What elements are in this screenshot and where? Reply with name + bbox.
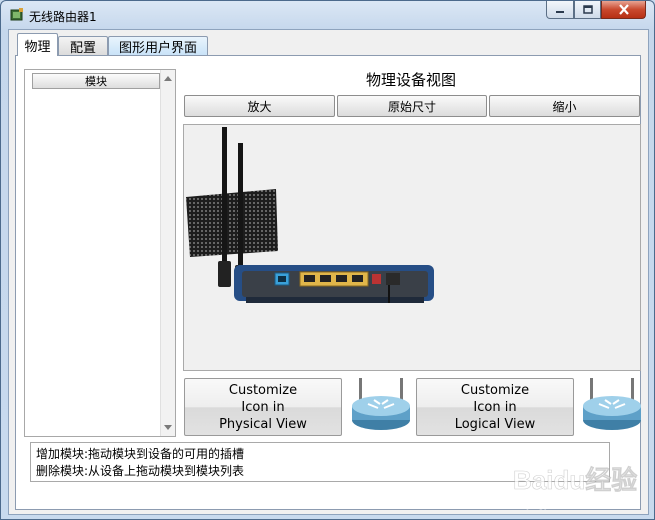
- antenna-right: [238, 143, 243, 281]
- tab-physical[interactable]: 物理: [17, 33, 58, 56]
- device-view-canvas[interactable]: [183, 124, 641, 371]
- window-client-area: 物理 配置 图形用户界面 模块 物理设备视图 放大 原始尺寸 缩小 Custom…: [8, 29, 649, 515]
- module-list-scrollbar[interactable]: [160, 70, 175, 436]
- tab-physical-label: 物理: [24, 39, 51, 55]
- router-config-window: 无线路由器1 物理 配置 图形用户界面 模块 物理设备视图 放大 原始尺寸 缩小…: [0, 0, 655, 520]
- antenna-left: [222, 127, 227, 277]
- maximize-icon: [582, 4, 593, 14]
- tab-config-label: 配置: [69, 40, 96, 56]
- maximize-button[interactable]: [574, 1, 601, 19]
- customize-logical-line2: Icon in: [473, 399, 517, 415]
- zoom-out-button[interactable]: 缩小: [489, 95, 640, 117]
- module-list-header[interactable]: 模块: [32, 73, 160, 89]
- wireless-router-image[interactable]: [184, 125, 640, 370]
- original-size-button[interactable]: 原始尺寸: [337, 95, 487, 117]
- app-icon: [10, 8, 23, 21]
- customize-logical-line1: Customize: [460, 382, 530, 398]
- minimize-icon: [556, 10, 564, 13]
- customize-logical-icon-button[interactable]: Customize Icon in Logical View: [416, 378, 574, 436]
- close-button[interactable]: [601, 1, 646, 19]
- watermark-url: jingyan.baidu.com: [526, 498, 616, 510]
- physical-tab-page: 模块 物理设备视图 放大 原始尺寸 缩小 Customize Icon in P…: [15, 55, 641, 510]
- power-port[interactable]: [372, 274, 381, 284]
- zoom-in-button[interactable]: 放大: [184, 95, 335, 117]
- customize-physical-icon-button[interactable]: Customize Icon in Physical View: [184, 378, 342, 436]
- router-physical-icon: [352, 378, 410, 430]
- customize-logical-line3: Logical View: [454, 416, 536, 432]
- close-icon: [618, 4, 629, 15]
- tab-gui[interactable]: 图形用户界面: [108, 36, 208, 56]
- scroll-up-icon[interactable]: [164, 76, 172, 81]
- router-logical-icon: [583, 378, 641, 430]
- customize-physical-line3: Physical View: [219, 416, 307, 432]
- window-title: 无线路由器1: [29, 10, 97, 24]
- tab-gui-label: 图形用户界面: [118, 40, 197, 56]
- watermark-brand: Baidu经验: [513, 465, 637, 495]
- tab-config[interactable]: 配置: [58, 36, 108, 56]
- physical-view-title: 物理设备视图: [365, 71, 456, 89]
- scroll-down-icon[interactable]: [164, 425, 172, 430]
- customize-physical-line2: Icon in: [241, 399, 285, 415]
- baidu-watermark: Baidu经验 jingyan.baidu.com: [513, 465, 638, 510]
- minimize-button[interactable]: [546, 1, 574, 19]
- module-list[interactable]: 模块: [24, 69, 176, 437]
- title-bar[interactable]: 无线路由器1: [1, 1, 654, 29]
- customize-physical-line1: Customize: [228, 382, 298, 398]
